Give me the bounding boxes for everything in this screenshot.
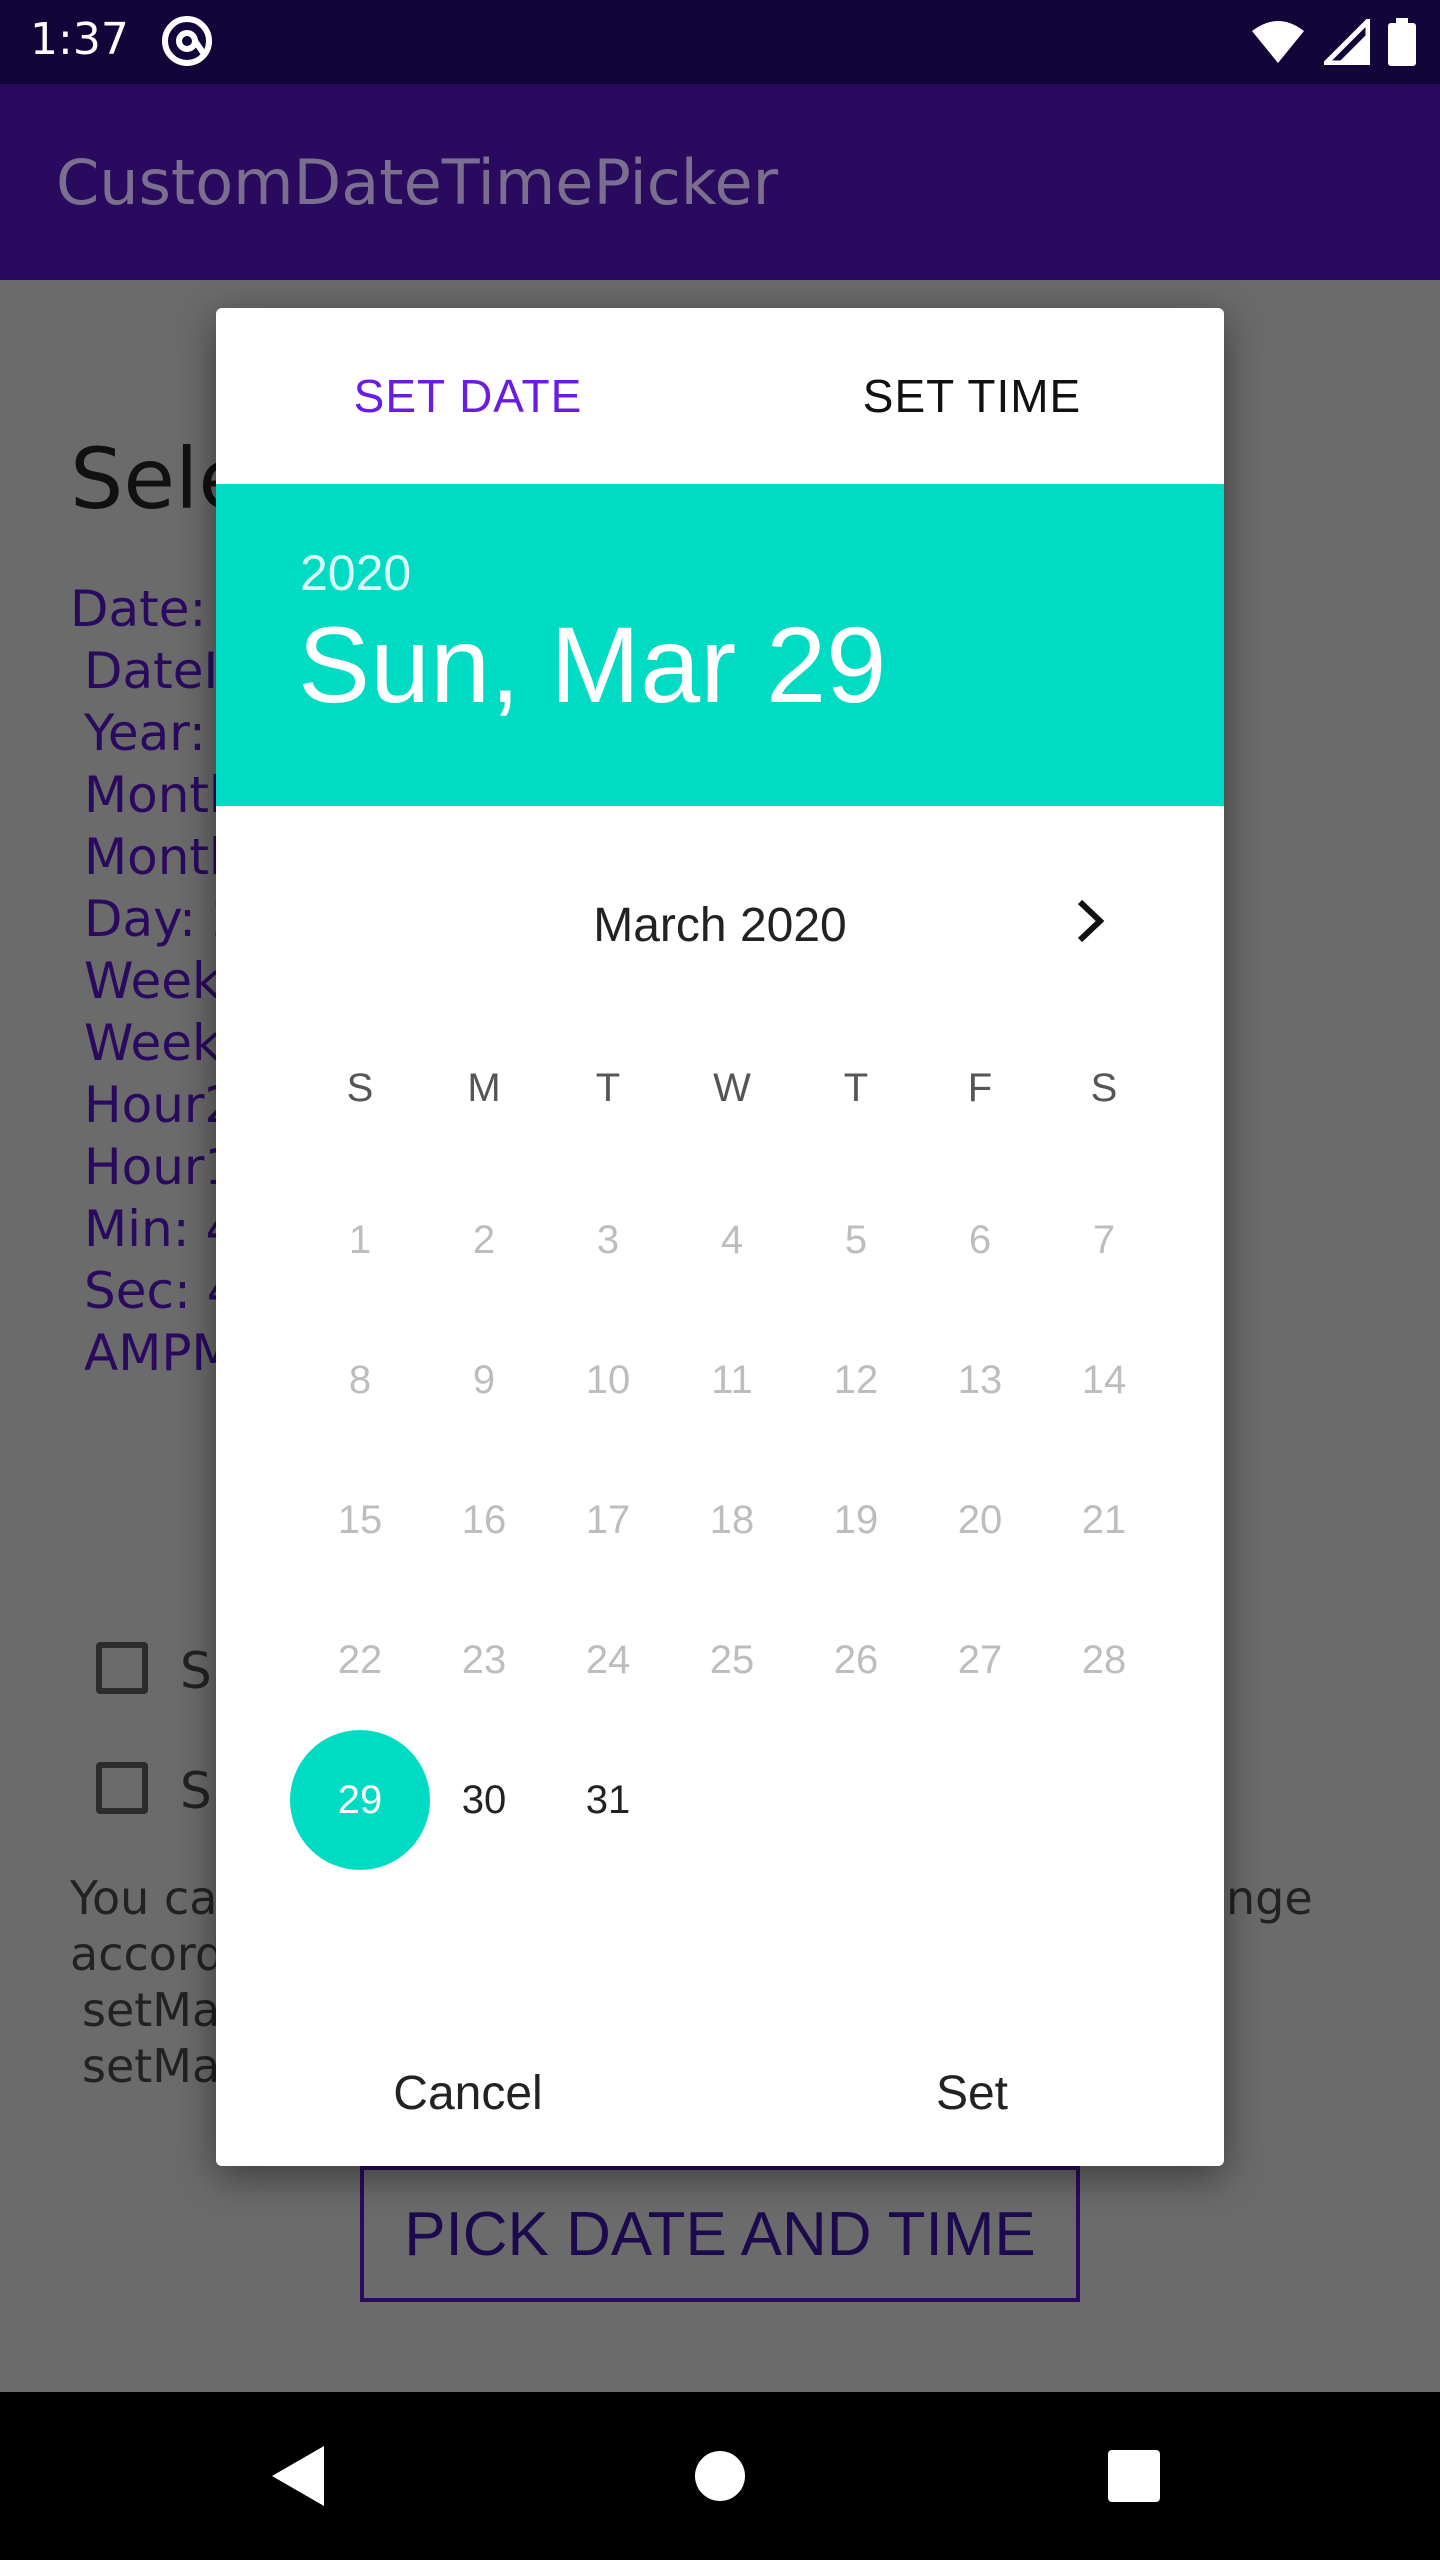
tab-set-date[interactable]: SET DATE <box>216 308 720 484</box>
calendar-day: 25 <box>709 1637 755 1682</box>
calendar-day: 28 <box>1081 1637 1127 1682</box>
battery-icon <box>1388 18 1416 66</box>
calendar-day: 20 <box>957 1497 1003 1542</box>
calendar-day: 3 <box>596 1217 620 1262</box>
date-header: 2020 Sun, Mar 29 <box>216 484 1224 806</box>
checkbox-1[interactable] <box>96 1642 148 1694</box>
calendar-day: 24 <box>585 1637 631 1682</box>
calendar-day: 21 <box>1081 1497 1127 1542</box>
status-icons <box>1250 18 1416 66</box>
calendar-day: 22 <box>337 1637 383 1682</box>
weekday-label: W <box>713 1066 751 1110</box>
checkbox-2-label: S <box>180 1762 212 1820</box>
calendar-day: 19 <box>833 1497 879 1542</box>
weekday-label: S <box>346 1066 374 1110</box>
weekday-label: T <box>595 1066 621 1110</box>
back-icon[interactable] <box>270 2444 326 2508</box>
navigation-bar <box>0 2392 1440 2560</box>
checkbox-1-label: S <box>180 1642 212 1700</box>
checkbox-2[interactable] <box>96 1762 148 1814</box>
app-bar: CustomDateTimePicker <box>0 84 1440 280</box>
background-note: You ca accord setMa setMa <box>70 1870 224 2094</box>
calendar-day: 17 <box>585 1497 631 1542</box>
calendar-day-selected[interactable]: 29 <box>290 1730 430 1870</box>
note-line: setMa <box>82 1983 221 2037</box>
header-date: Sun, Mar 29 <box>298 604 887 725</box>
at-sign-icon <box>162 16 212 66</box>
calendar-day: 16 <box>461 1497 507 1542</box>
recents-icon[interactable] <box>1108 2450 1160 2502</box>
date-time-picker-dialog: SET DATE SET TIME 2020 Sun, Mar 29 March… <box>216 308 1224 2166</box>
calendar-day: 4 <box>720 1217 744 1262</box>
calendar-day: 9 <box>472 1357 496 1402</box>
calendar-day: 12 <box>833 1357 879 1402</box>
weekday-label: M <box>467 1066 501 1110</box>
calendar-day: 15 <box>337 1497 383 1542</box>
home-icon[interactable] <box>694 2450 746 2502</box>
calendar-day: 27 <box>957 1637 1003 1682</box>
note-line: You ca <box>70 1871 218 1925</box>
status-time: 1:37 <box>30 14 129 65</box>
calendar-day: 23 <box>461 1637 507 1682</box>
calendar-day: 5 <box>844 1217 868 1262</box>
cancel-button[interactable]: Cancel <box>216 2048 720 2138</box>
chevron-right-icon[interactable] <box>1056 888 1122 954</box>
calendar-day: 26 <box>833 1637 879 1682</box>
note-line: accord <box>70 1927 225 1981</box>
calendar-day: 1 <box>348 1217 372 1262</box>
weekday-label: S <box>1090 1066 1118 1110</box>
calendar-day[interactable]: 31 <box>546 1738 670 1862</box>
calendar-day: 6 <box>968 1217 992 1262</box>
header-year[interactable]: 2020 <box>300 544 411 602</box>
calendar-day[interactable]: 30 <box>422 1738 546 1862</box>
pick-date-and-time-button[interactable]: PICK DATE AND TIME <box>360 2166 1080 2302</box>
note-line: setMa <box>82 2039 221 2093</box>
app-title: CustomDateTimePicker <box>56 146 779 219</box>
calendar-day: 10 <box>585 1357 631 1402</box>
calendar-day: 8 <box>348 1357 372 1402</box>
calendar-day: 2 <box>472 1217 496 1262</box>
calendar-day: 18 <box>709 1497 755 1542</box>
signal-icon <box>1324 19 1370 65</box>
weekday-label: F <box>967 1066 993 1110</box>
calendar-day: 14 <box>1081 1357 1127 1402</box>
calendar-day: 13 <box>957 1357 1003 1402</box>
set-button[interactable]: Set <box>720 2048 1224 2138</box>
status-bar: 1:37 <box>0 0 1440 84</box>
wifi-icon <box>1252 21 1304 63</box>
calendar-day: 7 <box>1092 1217 1116 1262</box>
calendar-day: 11 <box>711 1357 753 1402</box>
background-note-right: nge <box>1226 1871 1313 1925</box>
tab-set-time[interactable]: SET TIME <box>720 308 1224 484</box>
weekday-label: T <box>843 1066 869 1110</box>
